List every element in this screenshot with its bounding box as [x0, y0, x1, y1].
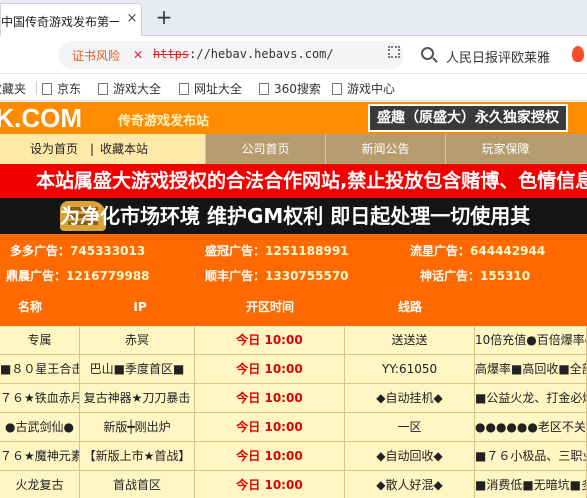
server-line[interactable]: ◆散人好混◆ [345, 471, 475, 498]
ad-contact[interactable]: 顺丰广告：1330755570 [205, 267, 349, 284]
notice-text: 本站属盛大游戏授权的合法合作网站,禁止投放包含赌博、色情信息 [36, 170, 587, 192]
fire-icon [572, 46, 584, 62]
server-intro: ■７６小极品、三职业 [475, 442, 587, 470]
page-icon [98, 83, 108, 95]
server-ip: 首战首区 [80, 471, 195, 498]
notice-text: 为净化市场环境 维护GM权利 即日起处理一切使用其 [60, 204, 531, 228]
ad-contact[interactable]: 盛冠广告：1251188991 [205, 242, 349, 259]
nav-company-home[interactable]: 公司首页 [205, 134, 325, 164]
column-header-name: 名称 [17, 300, 42, 314]
page-icon [259, 83, 269, 95]
column-header-open-time: 开区时间 [245, 300, 294, 314]
notice-banner-red[interactable]: 本站属盛大游戏授权的合法合作网站,禁止投放包含赌博、色情信息 [0, 164, 587, 198]
search-icon [421, 47, 434, 60]
server-ip: 新版┿刚出炉 [80, 413, 195, 441]
server-intro: 高爆率■高回收■全部 [475, 355, 587, 383]
column-header-intro [475, 288, 587, 326]
nav-player-protection[interactable]: 玩家保障 [445, 134, 565, 164]
server-ip: 【新版上市★首战】 [80, 442, 195, 470]
server-ip: 复古神器★刀刀暴击 [80, 384, 195, 412]
open-time: 今日 10:00 [195, 442, 345, 470]
table-row[interactable]: ７６★铁血赤月 复古神器★刀刀暴击 今日 10:00 ◆自动挂机◆ ■公益火龙、打金必爆 [0, 384, 587, 413]
set-homepage-link[interactable]: 设为首页 [30, 134, 78, 164]
authorization-badge: 盛趣（原盛大）永久独家授权 [368, 104, 568, 132]
site-slogan: 传奇游戏发布站 [118, 114, 210, 129]
nav-divider: | [90, 142, 95, 156]
broken-lock-icon: ✕ [133, 48, 144, 62]
server-name[interactable]: ７６★铁血赤月 [0, 384, 80, 412]
server-intro: 10倍充值●百倍爆率● [475, 326, 587, 354]
site-header: PK.COM 传奇游戏发布站 盛趣（原盛大）永久独家授权 [0, 102, 587, 134]
certificate-risk-label[interactable]: 证书风险 [72, 47, 120, 64]
url-path: ://hebav.hebavs.com/ [189, 47, 334, 61]
column-header-ip: IP [133, 300, 147, 314]
address-bar: 证书风险 ✕ https://hebav.hebavs.com/ 人民日报评欧莱… [0, 36, 587, 74]
server-line[interactable]: ◆自动回收◆ [345, 442, 475, 470]
ad-contact[interactable]: 多多广告：745333013 [10, 242, 145, 259]
apps-grid-icon[interactable] [388, 46, 400, 58]
browser-tab[interactable]: 中国传奇游戏发布第一 × [0, 3, 142, 36]
server-intro: ■公益火龙、打金必爆 [475, 384, 587, 412]
page-icon [179, 83, 189, 95]
page-icon [42, 83, 52, 95]
column-header-line: 线路 [397, 300, 422, 314]
ad-contacts: 多多广告：745333013 盛冠广告：1251188991 流星广告：6444… [0, 234, 587, 288]
search-suggestion: 人民日报评欧莱雅 [446, 51, 551, 66]
new-tab-button[interactable]: + [153, 6, 175, 28]
server-intro: ●●●●●●老区不关 [475, 413, 587, 441]
server-intro: ■消费低■无暗坑■多 [475, 471, 587, 498]
bookmark-jd[interactable]: 京东 [42, 80, 81, 97]
server-line[interactable]: 一区 [345, 413, 475, 441]
page-icon [332, 83, 342, 95]
bookmarks-bar: 收藏夹 京东 游戏大全 网址大全 360搜索 游戏中心 [0, 75, 587, 101]
nav-left-links: 设为首页 | 收藏本站 [0, 134, 205, 164]
server-line[interactable]: ◆自动挂机◆ [345, 384, 475, 412]
tab-title: 中国传奇游戏发布第一 [1, 15, 119, 29]
server-line[interactable]: 送送送 [345, 326, 475, 354]
url-text: https://hebav.hebavs.com/ [153, 47, 334, 61]
bookmark-game-center[interactable]: 游戏中心 [332, 80, 395, 97]
table-row[interactable]: ７６★魔神元素 【新版上市★首战】 今日 10:00 ◆自动回收◆ ■７６小极品、三职业 [0, 442, 587, 471]
open-time: 今日 10:00 [195, 471, 345, 498]
url-input[interactable]: 证书风险 ✕ https://hebav.hebavs.com/ [58, 41, 404, 69]
search-box[interactable]: 人民日报评欧莱雅 [414, 41, 587, 69]
table-row[interactable]: 火龙复古 首战首区 今日 10:00 ◆散人好混◆ ■消费低■无暗坑■多 [0, 471, 587, 498]
bookmark-360-search[interactable]: 360搜索 [259, 80, 321, 97]
bookmark-url-directory[interactable]: 网址大全 [179, 80, 242, 97]
server-ip: 赤冥 [80, 326, 195, 354]
server-line[interactable]: YY:61050 [345, 355, 475, 383]
bookmark-favorites[interactable]: 收藏夹 [0, 80, 26, 97]
open-time: 今日 10:00 [195, 355, 345, 383]
ad-contact[interactable]: 鼎晨广告：1216779988 [6, 267, 150, 284]
web-page: PK.COM 传奇游戏发布站 盛趣（原盛大）永久独家授权 设为首页 | 收藏本站… [0, 102, 587, 498]
server-table-header: 名称 IP 开区时间 线路 [0, 288, 587, 326]
bookmark-site-link[interactable]: 收藏本站 [100, 134, 148, 164]
browser-tab-bar: 中国传奇游戏发布第一 × + [0, 0, 587, 36]
server-ip: 巴山■季度首区■ [80, 355, 195, 383]
bookmark-games[interactable]: 游戏大全 [98, 80, 161, 97]
server-name[interactable]: ■８０星王合击 [0, 355, 80, 383]
bookmark-separator [36, 81, 37, 95]
nav-news[interactable]: 新闻公告 [325, 134, 445, 164]
ad-contact[interactable]: 流星广告：644442944 [410, 242, 545, 259]
ad-contact[interactable]: 神话广告：155310 [420, 267, 530, 284]
table-row[interactable]: ●古武剑仙● 新版┿刚出炉 今日 10:00 一区 ●●●●●●老区不关 [0, 413, 587, 442]
site-nav: 设为首页 | 收藏本站 公司首页 新闻公告 玩家保障 [0, 134, 587, 164]
server-name[interactable]: 专属 [0, 326, 80, 354]
server-name[interactable]: ●古武剑仙● [0, 413, 80, 441]
table-row[interactable]: ■８０星王合击 巴山■季度首区■ 今日 10:00 YY:61050 高爆率■高回收■全… [0, 355, 587, 384]
server-name[interactable]: ７６★魔神元素 [0, 442, 80, 470]
url-scheme: https [153, 47, 190, 61]
site-logo[interactable]: PK.COM [0, 102, 82, 134]
open-time: 今日 10:00 [195, 384, 345, 412]
server-name[interactable]: 火龙复古 [0, 471, 80, 498]
open-time: 今日 10:00 [195, 326, 345, 354]
close-icon[interactable]: × [125, 12, 139, 26]
notice-banner-black[interactable]: 为净化市场环境 维护GM权利 即日起处理一切使用其 [0, 198, 587, 234]
open-time: 今日 10:00 [195, 413, 345, 441]
table-row[interactable]: 专属 赤冥 今日 10:00 送送送 10倍充值●百倍爆率● [0, 326, 587, 355]
